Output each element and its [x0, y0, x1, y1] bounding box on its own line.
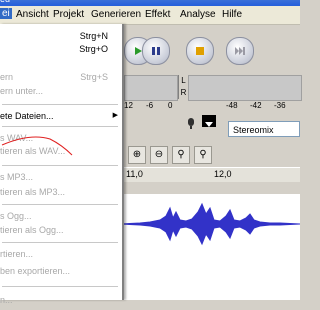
menu-item-label: ern unter...: [0, 86, 44, 96]
menu-datei[interactable]: ei: [0, 8, 12, 19]
menu-item-export-selection-wav[interactable]: tieren als WAV...: [0, 141, 122, 161]
stop-icon: [187, 38, 213, 64]
menu-analyse[interactable]: Analyse: [180, 9, 216, 20]
meter-left-label: L: [181, 76, 186, 85]
waveform: [119, 202, 301, 246]
skip-end-icon: [227, 38, 253, 64]
menu-projekt[interactable]: Projekt: [53, 9, 84, 20]
window-title: ed: [0, 0, 10, 4]
menu-generieren[interactable]: Generieren: [91, 9, 141, 20]
file-menu-dropdown: Strg+N Strg+O ern Strg+S ern unter... et…: [0, 24, 124, 305]
meter-right-label: R: [180, 88, 187, 97]
scale-tick: -6: [146, 101, 154, 110]
meter-channel-labels: L R: [178, 75, 188, 99]
menu-item-page-setup[interactable]: n...: [0, 290, 122, 310]
menu-separator: [2, 126, 118, 127]
zoom-in-icon: ⊕: [132, 149, 142, 160]
menu-item-open[interactable]: Strg+O: [0, 39, 122, 59]
submenu-arrow-icon: ▶: [112, 112, 118, 119]
pause-button[interactable]: [142, 37, 170, 65]
menu-item-label: tieren als WAV...: [0, 146, 66, 156]
zoom-out-icon: ⊖: [154, 149, 164, 160]
waveform-view[interactable]: [119, 194, 301, 300]
scale-tick: -36: [274, 101, 286, 110]
scale-tick: 0: [168, 101, 173, 110]
menu-item-label: ben exportieren...: [0, 266, 71, 276]
ruler-label: 12,0: [214, 169, 232, 179]
menu-item-export-selection-ogg[interactable]: tieren als Ogg...: [0, 220, 122, 240]
fit-selection-button[interactable]: ⚲: [172, 146, 190, 164]
menu-separator: [2, 286, 118, 287]
menu-item-label: tieren als Ogg...: [0, 225, 64, 235]
menu-ansicht[interactable]: Ansicht: [16, 9, 49, 20]
zoom-in-button[interactable]: ⊕: [128, 146, 146, 164]
menu-hilfe[interactable]: Hilfe: [222, 9, 242, 20]
scale-tick: 12: [124, 101, 133, 110]
zoom-out-button[interactable]: ⊖: [150, 146, 168, 164]
input-level-dropdown-icon[interactable]: [202, 115, 216, 127]
playback-meter: [124, 75, 178, 101]
menu-separator: [2, 204, 118, 205]
menu-separator: [2, 104, 118, 105]
timeline-ruler[interactable]: 11,0 12,0: [120, 167, 300, 183]
menu-bar: ei Ansicht Projekt Generieren Effekt Ana…: [0, 6, 300, 25]
skip-end-button[interactable]: [226, 37, 254, 65]
menu-item-label: tieren als MP3...: [0, 187, 66, 197]
stop-button[interactable]: [186, 37, 214, 65]
meter-scale: 12 -6 0 -48 -42 -36: [120, 101, 300, 113]
transport-toolbar: [120, 25, 300, 75]
menu-separator: [2, 165, 118, 166]
ruler-label: 11,0: [126, 169, 143, 179]
menu-item-label: ete Dateien...: [0, 111, 54, 121]
edit-toolbar: ⊕ ⊖ ⚲ ⚲: [120, 143, 300, 167]
input-source-select[interactable]: Stereomix: [228, 121, 300, 137]
record-meter: [188, 75, 302, 101]
menu-item-label: n...: [0, 295, 13, 305]
menu-effekt[interactable]: Effekt: [145, 9, 170, 20]
pause-icon: [143, 38, 169, 64]
menu-item-recent-files[interactable]: ete Dateien... ▶: [0, 106, 122, 126]
menu-item-export-selection-mp3[interactable]: tieren als MP3...: [0, 182, 122, 202]
fit-project-button[interactable]: ⚲: [194, 146, 212, 164]
menu-item-shortcut: Strg+O: [79, 44, 108, 54]
microphone-icon[interactable]: [184, 115, 198, 129]
scale-tick: -42: [250, 101, 262, 110]
scale-tick: -48: [226, 101, 238, 110]
menu-item-save-as[interactable]: ern unter...: [0, 81, 122, 101]
fit-selection-icon: ⚲: [177, 149, 185, 160]
fit-project-icon: ⚲: [199, 149, 207, 160]
menu-item-export-multiple[interactable]: ben exportieren...: [0, 261, 122, 281]
menu-separator: [2, 242, 118, 243]
